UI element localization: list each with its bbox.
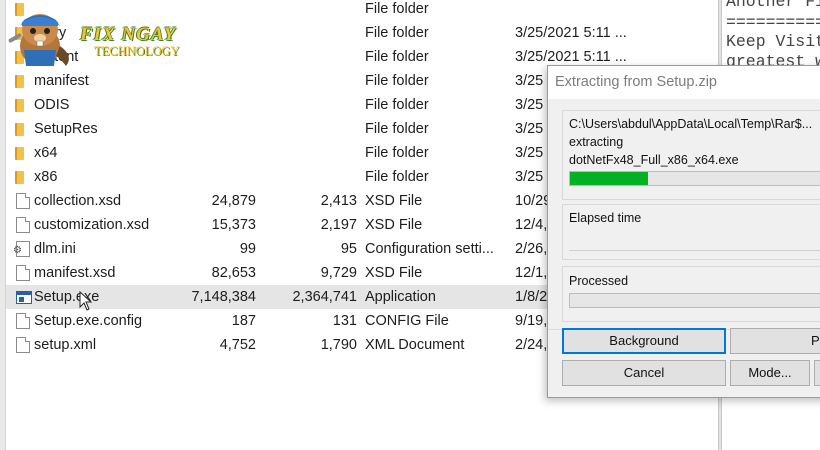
file-type: File folder <box>365 73 429 89</box>
channel-logo: FIX NGAY TECHNOLOGY <box>4 6 214 70</box>
file-type: XSD File <box>365 265 423 281</box>
file-size: 7,148,384 <box>191 289 256 305</box>
file-size: 4,752 <box>219 337 256 353</box>
file-packed-size <box>261 0 357 21</box>
folder-icon <box>15 75 24 88</box>
file-packed-size: 2,364,741 <box>292 289 357 305</box>
elapsed-time-label: Elapsed time <box>569 211 642 225</box>
file-size <box>166 93 256 117</box>
current-file-name: dotNetFx48_Full_x86_x64.exe <box>569 153 739 167</box>
logo-subtitle: TECHNOLOGY <box>94 44 180 58</box>
file-packed-size: 9,729 <box>320 265 357 281</box>
file-size <box>166 69 256 93</box>
file-modified: 3/25/2021 5:11 ... <box>515 25 627 41</box>
dialog-title: Extracting from Setup.zip <box>555 74 717 90</box>
file-type: XML Document <box>365 337 465 353</box>
destination-path: C:\Users\abdul\AppData\Local\Temp\Rar$..… <box>569 117 813 131</box>
file-type: Application <box>365 289 436 305</box>
processed-progress-bar <box>569 293 820 308</box>
processed-label: Processed <box>569 274 629 288</box>
file-progress-fill <box>570 172 648 185</box>
file-type: File folder <box>365 121 429 137</box>
file-type: File folder <box>365 25 429 41</box>
beaver-mascot-icon <box>8 14 69 66</box>
file-size: 187 <box>231 313 256 329</box>
comment-line: Keep Visit <box>726 32 820 51</box>
current-file-group: C:\Users\abdul\AppData\Local\Temp\Rar$..… <box>562 110 820 200</box>
file-packed-size <box>261 141 357 165</box>
application-icon <box>16 291 32 304</box>
document-icon <box>16 217 30 233</box>
processed-group: Processed <box>562 266 820 322</box>
extract-progress-dialog: Extracting from Setup.zip C:\Users\abdul… <box>547 65 820 398</box>
file-packed-size: 1,790 <box>320 337 357 353</box>
file-type: XSD File <box>365 217 423 233</box>
file-size: 82,653 <box>211 265 256 281</box>
mouse-pointer-icon <box>79 291 93 311</box>
elapsed-divider <box>569 250 820 251</box>
file-type: File folder <box>365 1 429 17</box>
comment-line: Another Fi <box>726 0 820 11</box>
file-packed-size <box>261 69 357 93</box>
file-packed-size <box>261 117 357 141</box>
dialog-title-bar[interactable]: Extracting from Setup.zip <box>548 66 820 99</box>
document-icon <box>16 193 30 209</box>
file-packed-size <box>261 21 357 45</box>
file-type: Configuration setti... <box>365 241 494 257</box>
folder-icon <box>15 171 24 184</box>
document-icon <box>16 313 30 329</box>
file-packed-size <box>261 165 357 189</box>
file-type: File folder <box>365 97 429 113</box>
background-button[interactable]: Background <box>562 328 726 354</box>
settings-file-icon <box>13 241 30 257</box>
file-packed-size: 131 <box>332 313 357 329</box>
file-progress-bar <box>569 171 820 186</box>
file-type: File folder <box>365 49 429 65</box>
logo-title: FIX NGAY <box>80 24 177 45</box>
mode-button[interactable]: Mode... <box>730 360 810 386</box>
file-type: XSD File <box>365 193 423 209</box>
cancel-button[interactable]: Cancel <box>562 360 726 386</box>
comment-line: ========== <box>726 13 820 32</box>
file-packed-size <box>261 45 357 69</box>
folder-icon <box>15 123 24 136</box>
file-size: 24,879 <box>211 193 256 209</box>
file-size <box>166 117 256 141</box>
file-size <box>166 165 256 189</box>
folder-icon <box>15 147 24 160</box>
folder-icon <box>15 99 24 112</box>
action-status: extracting <box>569 135 624 149</box>
file-size: 15,373 <box>211 217 256 233</box>
file-packed-size: 95 <box>340 241 357 257</box>
file-modified <box>515 0 645 21</box>
file-type: CONFIG File <box>365 313 449 329</box>
file-packed-size: 2,413 <box>320 193 357 209</box>
file-type: File folder <box>365 145 429 161</box>
document-icon <box>16 337 30 353</box>
file-size <box>166 141 256 165</box>
file-packed-size: 2,197 <box>320 217 357 233</box>
pause-button[interactable]: Pause <box>730 328 820 354</box>
elapsed-time-group: Elapsed time <box>562 204 820 260</box>
document-icon <box>16 265 30 281</box>
file-size: 99 <box>239 241 256 257</box>
file-packed-size <box>261 93 357 117</box>
file-type: File folder <box>365 169 429 185</box>
help-button[interactable] <box>814 360 820 386</box>
